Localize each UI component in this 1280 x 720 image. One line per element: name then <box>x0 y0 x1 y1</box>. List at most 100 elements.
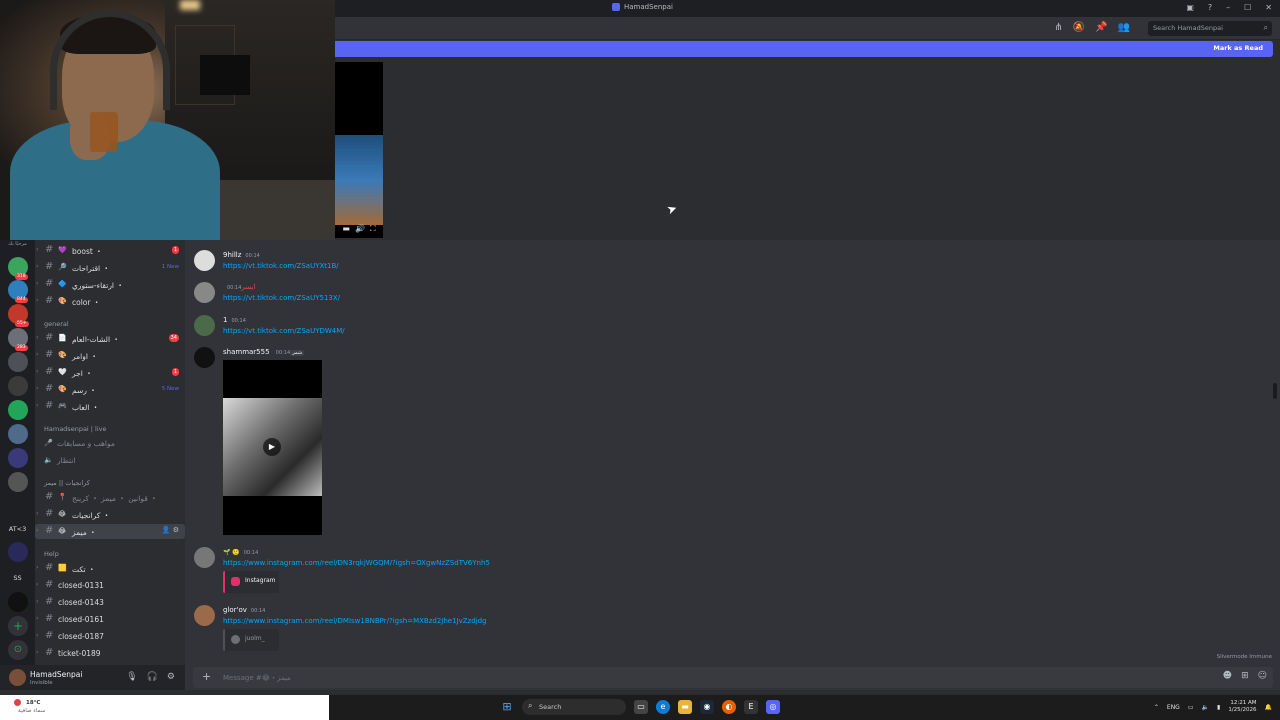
avatar[interactable] <box>194 347 215 368</box>
settings-gear-icon[interactable]: ⚙ <box>167 672 175 682</box>
search-input[interactable]: Search HamadSenpai ⌕ <box>1148 21 1272 36</box>
language-indicator[interactable]: ENG <box>1167 704 1180 711</box>
author-name[interactable]: ايسر <box>241 283 255 291</box>
channel-item[interactable]: › # 😂 كرانجيات ・ <box>35 507 185 522</box>
mark-as-read-button[interactable]: Mark as Read <box>1213 44 1263 52</box>
channel-item[interactable]: › # closed-0187 <box>35 629 185 644</box>
inbox-icon[interactable]: ▣ <box>1186 3 1194 12</box>
channel-item[interactable]: › # 🔷 ارتقاء-ستوري ・ <box>35 277 185 292</box>
channel-item[interactable]: › # closed-0161 <box>35 612 185 627</box>
channel-item[interactable]: › # 🎨 رسم ・ 5 New <box>35 382 185 397</box>
microphone-icon[interactable]: 🎙 <box>126 672 137 682</box>
file-explorer-icon[interactable]: ▬ <box>678 700 692 714</box>
message-link[interactable]: https://vt.tiktok.com/ZSaUYDW4M/ <box>223 327 345 335</box>
channel-item[interactable]: # 📍 قوانين ・ ميمز ・ كرينج ・ <box>35 490 185 505</box>
author-name[interactable]: shammar555 <box>223 348 270 356</box>
voice-channel-item[interactable]: 🎤 مواهب و مسابقات <box>35 436 185 451</box>
channel-settings-icon[interactable]: 👤 ⚙ <box>162 526 179 534</box>
apps-icon[interactable]: ⊞ <box>1241 671 1249 681</box>
avatar[interactable] <box>194 547 215 568</box>
start-icon[interactable]: ⊞ <box>500 700 514 714</box>
edge-icon[interactable]: e <box>656 700 670 714</box>
task-view-icon[interactable]: ▭ <box>634 700 648 714</box>
notification-settings-icon[interactable]: 🔕 <box>1073 22 1085 33</box>
help-icon[interactable]: ? <box>1208 3 1212 12</box>
discord-icon[interactable]: ◎ <box>766 700 780 714</box>
message-link[interactable]: https://www.instagram.com/reel/DMIsw1BNB… <box>223 617 486 625</box>
new-messages-banner[interactable]: Mark as Read <box>335 41 1273 57</box>
server-icon[interactable]: 283 <box>8 328 28 351</box>
message-author[interactable]: 🌱 🙂 00:14 <box>223 548 258 556</box>
epic-games-icon[interactable]: E <box>744 700 758 714</box>
message-input-box[interactable]: + Message #😂・ميمز ☻ ⊞ ☺ <box>193 667 1273 688</box>
avatar[interactable] <box>194 605 215 626</box>
volume-icon[interactable]: 🔊 <box>355 224 365 236</box>
server-icon[interactable]: 318 <box>8 257 28 280</box>
channel-item[interactable]: › # 🎨 اوامر ・ <box>35 348 185 363</box>
server-label[interactable]: AT<3 <box>0 525 35 533</box>
member-list-icon[interactable]: 👥 <box>1118 22 1130 33</box>
upload-plus-icon[interactable]: + <box>202 670 211 683</box>
message-author[interactable]: 9hillz 00:14 <box>223 251 260 259</box>
server-icon[interactable] <box>8 400 28 420</box>
close-button[interactable]: ✕ <box>1265 3 1272 12</box>
category-live[interactable]: Hamadsenpai | live <box>44 425 107 433</box>
taskbar-search[interactable]: ⌕ Search <box>522 699 626 715</box>
channel-item[interactable]: › # ticket-0189 <box>35 646 185 661</box>
avatar[interactable] <box>194 315 215 336</box>
category-general[interactable]: general <box>44 320 69 328</box>
instagram-embed[interactable]: juolm_ <box>223 629 279 651</box>
channel-item[interactable]: › # 🔎 اقتراحات ・ 1 New <box>35 260 185 275</box>
play-icon[interactable]: ▶ <box>263 438 281 456</box>
server-icon[interactable] <box>8 542 28 562</box>
category-clips[interactable]: كرانجيات || ميمز <box>44 479 90 487</box>
notifications-icon[interactable]: 🔔 <box>1265 704 1272 711</box>
steam-icon[interactable]: ◉ <box>700 700 714 714</box>
message-author[interactable]: 1 00:14 <box>223 316 246 324</box>
minimize-button[interactable]: – <box>1226 3 1230 12</box>
pin-icon[interactable]: 📌 <box>1095 22 1107 33</box>
channel-item[interactable]: › # 🎮 العاب ・ <box>35 399 185 414</box>
add-server-icon[interactable]: + <box>8 616 28 636</box>
embed-title[interactable]: juolm_ <box>245 635 265 642</box>
message-link[interactable]: https://www.instagram.com/reel/DN3rqkjWG… <box>223 559 490 567</box>
channel-item[interactable]: › # 💜 boost ・ 1 <box>35 243 185 258</box>
clock[interactable]: 12:21 AM 1/25/2026 <box>1228 700 1256 714</box>
message-author[interactable]: ايسر00:14 <box>223 283 255 291</box>
embed-title[interactable]: Instagram <box>245 577 276 584</box>
message-link[interactable]: https://vt.tiktok.com/ZSaUYXt1B/ <box>223 262 339 270</box>
seek-icon[interactable]: ▬ <box>342 224 350 236</box>
message-author[interactable]: glor'ov 00:14 <box>223 606 265 614</box>
channel-item[interactable]: › # closed-0143 <box>35 595 185 610</box>
scrollbar[interactable] <box>1273 383 1277 399</box>
author-name[interactable]: 9hillz <box>223 251 241 259</box>
channel-item[interactable]: › # 🤍 اجر ・ 1 <box>35 365 185 380</box>
server-icon[interactable] <box>8 424 28 444</box>
channel-item-active[interactable]: › # 😂 ميمز ・ 👤 ⚙ <box>35 524 185 539</box>
server-icon[interactable] <box>8 592 28 612</box>
instagram-embed[interactable]: Instagram <box>223 571 279 593</box>
avatar[interactable] <box>194 250 215 271</box>
firefox-icon[interactable]: ◐ <box>722 700 736 714</box>
discover-icon[interactable]: ⊙ <box>8 640 28 660</box>
channel-item[interactable]: › # closed-0131 <box>35 578 185 593</box>
threads-icon[interactable]: ⋔ <box>1054 22 1062 33</box>
voice-channel-item[interactable]: 🔈 انتظار <box>35 453 185 468</box>
channel-item[interactable]: › # 🟨 تكت ・ <box>35 561 185 576</box>
server-icon[interactable] <box>8 448 28 468</box>
category-help[interactable]: Help <box>44 550 59 558</box>
gif-icon[interactable]: ☻ <box>1223 671 1232 681</box>
headphones-toggle-icon[interactable]: 🎧 <box>147 672 158 682</box>
message-link[interactable]: https://vt.tiktok.com/ZSaUY513X/ <box>223 294 340 302</box>
server-icon[interactable]: 844 <box>8 280 28 303</box>
video-player[interactable]: ▬ 🔊 ⛶ <box>335 62 383 238</box>
server-icon[interactable] <box>8 376 28 396</box>
author-name[interactable]: 1 <box>223 316 227 324</box>
author-name[interactable]: glor'ov <box>223 606 247 614</box>
avatar[interactable] <box>194 282 215 303</box>
video-embed[interactable]: ▶ <box>223 360 322 535</box>
server-icon[interactable]: 55+ <box>8 304 29 327</box>
maximize-button[interactable]: ☐ <box>1244 3 1251 12</box>
emoji-icon[interactable]: ☺ <box>1258 671 1267 681</box>
channel-item[interactable]: › # 📄 الشات-العام ・ 34 <box>35 331 185 346</box>
